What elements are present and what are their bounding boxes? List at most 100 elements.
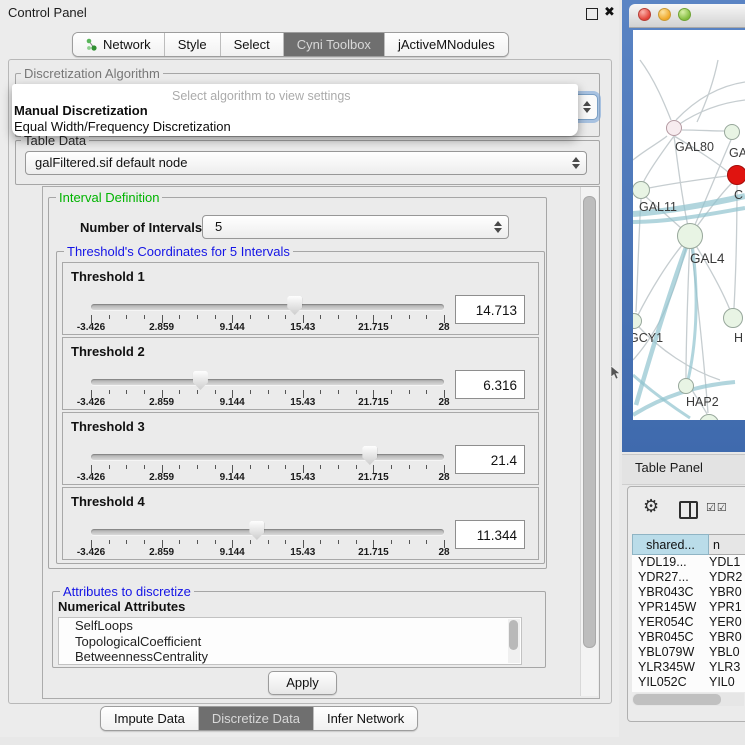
slider-track[interactable] [91,304,444,310]
attribute-list-item[interactable]: BetweennessCentrality [59,649,521,665]
slider-track[interactable] [91,379,444,385]
table-row[interactable]: YLR345WYLR3 [632,660,745,675]
mouse-cursor [611,366,621,380]
close-icon[interactable]: ✖ [604,4,615,20]
threshold-value-field[interactable]: 11.344 [455,520,525,549]
node-table[interactable]: YDL19...YDL1YDR27...YDR2YBR043CYBR0YPR14… [632,555,745,692]
tick-mark [250,540,251,544]
algorithm-group-title: Discretization Algorithm [21,66,163,81]
tab-cyni-toolbox[interactable]: Cyni Toolbox [283,33,384,56]
tab-impute-data[interactable]: Impute Data [101,707,198,730]
network-canvas[interactable]: GAL80GACGAL11GAL4GCY1HHAP2 [633,30,745,420]
numerical-attributes-label: Numerical Attributes [58,599,185,614]
tab-label: Network [103,33,151,56]
slider-track[interactable] [91,529,444,535]
tick-label: 15.43 [273,547,333,558]
attribute-list-item[interactable]: TopologicalCoefficient [59,634,521,650]
combo-stepper-icon [583,101,591,113]
tab-jactivemnodules[interactable]: jActiveMNodules [384,33,508,56]
tick-mark [285,390,286,394]
network-node[interactable] [666,120,682,136]
tick-mark [338,465,339,469]
tab-style[interactable]: Style [164,33,220,56]
tick-label: -3.426 [61,547,121,558]
table-row[interactable]: YDL19...YDL1 [632,555,745,570]
tick-mark [356,315,357,319]
tab-network[interactable]: Network [73,33,164,56]
tick-label: 15.43 [273,472,333,483]
slider-thumb[interactable] [193,371,208,390]
tick-mark [285,540,286,544]
scrollbar-thumb[interactable] [509,620,518,650]
slider-thumb[interactable] [287,296,302,315]
threshold-value-field[interactable]: 6.316 [455,370,525,399]
apply-button[interactable]: Apply [268,671,337,695]
table-row[interactable]: YBR045CYBR0 [632,630,745,645]
table-row[interactable]: YPR145WYPR1 [632,600,745,615]
network-node[interactable] [678,378,694,394]
attribute-list-item[interactable]: SelfLoops [59,618,521,634]
table-data-combo[interactable]: galFiltered.sif default node [25,151,587,175]
table-row[interactable]: YBL079WYBL0 [632,645,745,660]
zoom-traffic-light-icon[interactable] [678,8,691,21]
tick-mark [126,390,127,394]
table-row[interactable]: YDR27...YDR2 [632,570,745,585]
table-column-header[interactable]: shared... [632,534,709,555]
table-cell: YDR2 [709,570,745,585]
tick-mark [126,540,127,544]
tick-label: 21.715 [343,322,403,333]
table-cell: YDL1 [709,555,745,570]
network-node[interactable] [723,308,743,328]
table-column-header[interactable]: n [709,534,745,555]
threshold-row: Threshold 1-3.4262.8599.14415.4321.71528… [62,262,539,335]
tick-mark [409,465,410,469]
table-cell: YER0 [709,615,745,630]
panel-scrollbar-thumb[interactable] [583,196,596,648]
tick-mark [268,540,269,544]
tab-label: Style [178,33,207,56]
column-layout-icon[interactable] [679,501,698,519]
tick-mark [179,465,180,469]
slider-track[interactable] [91,454,444,460]
numerical-attributes-list[interactable]: SelfLoopsTopologicalCoefficientBetweenne… [58,617,522,665]
tick-label: 2.859 [132,322,192,333]
tab-infer-network[interactable]: Infer Network [313,707,417,730]
close-traffic-light-icon[interactable] [638,8,651,21]
top-tab-bar: Network Style Select Cyni Toolbox jActiveMNo… [72,32,509,57]
tick-mark [215,540,216,544]
number-of-intervals-label: Number of Intervals [80,220,202,235]
table-row[interactable]: YBR043CYBR0 [632,585,745,600]
network-node[interactable] [724,124,740,140]
network-node-label: C [734,188,743,202]
tab-discretize-data[interactable]: Discretize Data [198,707,313,730]
minimize-traffic-light-icon[interactable] [658,8,671,21]
attributes-list-scrollbar[interactable] [508,619,520,663]
tick-label: 9.144 [202,322,262,333]
tick-mark [179,315,180,319]
tick-mark [179,540,180,544]
network-node[interactable] [677,223,703,249]
column-checkboxes-icon[interactable]: ☑☑ [706,501,728,514]
tick-label: -3.426 [61,322,121,333]
table-row[interactable]: YIL052CYIL0 [632,675,745,690]
table-row[interactable]: YER054CYER0 [632,615,745,630]
tab-label: Impute Data [114,707,185,730]
table-cell: YBR045C [632,630,709,645]
threshold-value-field[interactable]: 21.4 [455,445,525,474]
number-of-intervals-combo[interactable]: 5 [202,215,509,239]
slider-thumb[interactable] [249,521,264,540]
threshold-value-field[interactable]: 14.713 [455,295,525,324]
slider-thumb[interactable] [362,446,377,465]
settings-gear-icon[interactable]: ⚙ [643,496,659,517]
network-window-titlebar[interactable] [629,4,745,28]
algorithm-option[interactable]: Manual Discretization [14,103,148,118]
tab-label: Cyni Toolbox [297,33,371,56]
table-data-combo-value: galFiltered.sif default node [35,152,187,174]
algorithm-option[interactable]: Equal Width/Frequency Discretization [14,119,231,134]
table-scrollbar-thumb[interactable] [633,694,721,705]
threshold-label: Threshold 1 [71,269,145,284]
float-window-icon[interactable] [586,8,598,20]
tick-mark [391,540,392,544]
network-node[interactable] [727,165,745,185]
tab-select[interactable]: Select [220,33,283,56]
